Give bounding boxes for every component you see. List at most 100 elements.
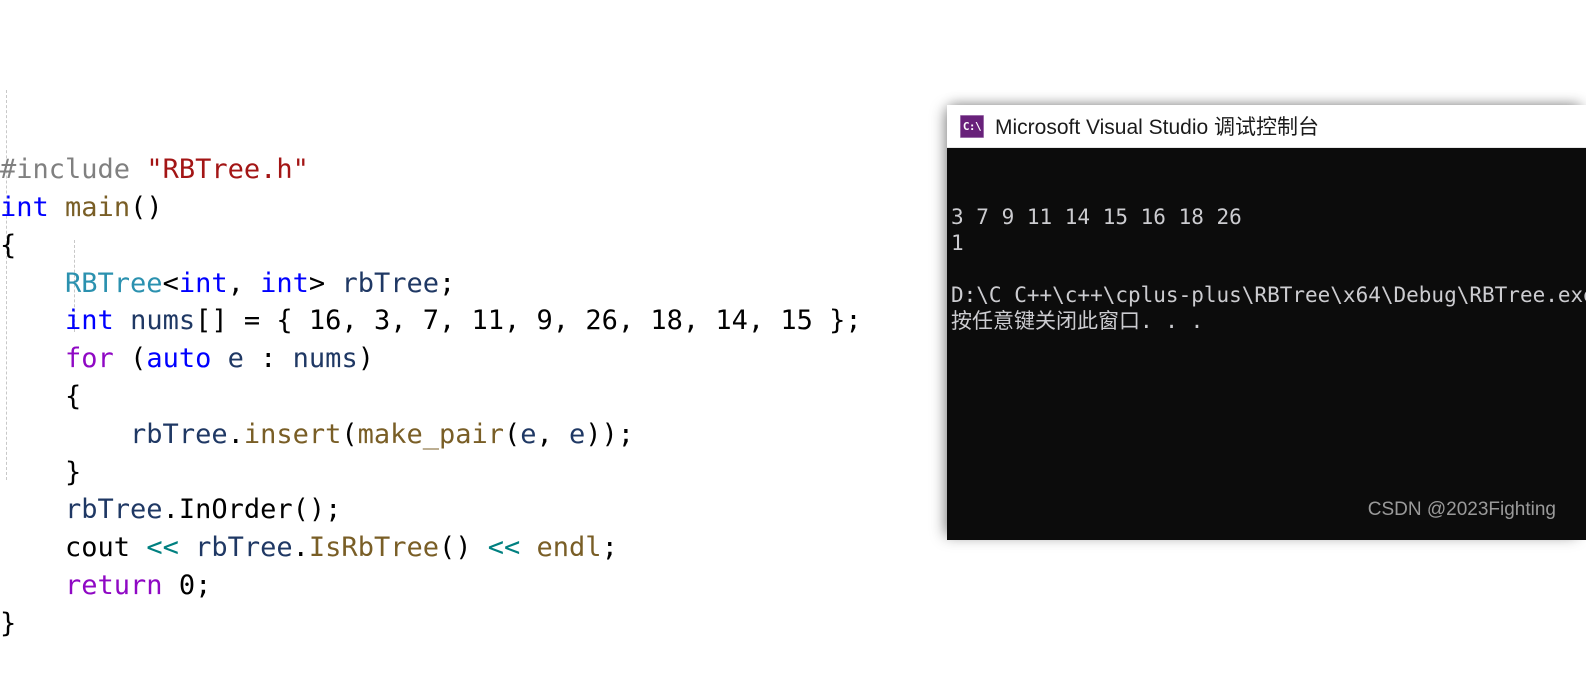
code-token: int bbox=[65, 305, 114, 337]
code-token: nums bbox=[292, 343, 358, 375]
code-token: > bbox=[308, 267, 342, 299]
console-titlebar[interactable]: C:\ Microsoft Visual Studio 调试控制台 bbox=[947, 105, 1586, 148]
code-token: , bbox=[552, 305, 586, 337]
code-token: { bbox=[65, 380, 82, 412]
csdn-watermark: CSDN @2023Fighting bbox=[1367, 499, 1556, 520]
code-token: rbTree bbox=[195, 532, 293, 564]
code-token: )); bbox=[585, 418, 635, 450]
code-token: { bbox=[0, 229, 17, 261]
code-token: 16 bbox=[308, 305, 342, 337]
code-token: IsRbTree bbox=[308, 532, 439, 564]
code-token: , bbox=[504, 305, 537, 337]
code-token: , bbox=[341, 305, 374, 337]
code-token: () bbox=[130, 191, 163, 223]
code-token: . bbox=[162, 494, 179, 526]
code-token: }; bbox=[812, 305, 862, 337]
code-token: rbTree bbox=[341, 267, 439, 299]
code-token: e bbox=[520, 418, 537, 450]
code-token: return bbox=[65, 569, 163, 601]
code-token: 3 bbox=[373, 305, 391, 337]
code-token: , bbox=[747, 305, 781, 337]
console-output-line: D:\C C++\c++\cplus-plus\RBTree\x64\Debug… bbox=[951, 283, 1586, 307]
code-token: for bbox=[65, 343, 114, 375]
code-token: InOrder bbox=[178, 494, 293, 526]
code-token: 15 bbox=[780, 305, 813, 337]
code-token: , bbox=[390, 305, 423, 337]
code-token: , bbox=[617, 305, 651, 337]
code-token: rbTree bbox=[65, 494, 163, 526]
code-token: < bbox=[162, 267, 179, 299]
code-token: ( bbox=[113, 343, 147, 375]
console-output-line: 3 7 9 11 14 15 16 18 26 bbox=[951, 205, 1242, 229]
code-token: ) bbox=[357, 343, 374, 375]
code-token: e bbox=[569, 418, 586, 450]
code-token: , bbox=[227, 267, 261, 299]
console-output: 3 7 9 11 14 15 16 18 26 1 D:\C C++\c++\cp… bbox=[947, 148, 1586, 540]
code-token: int bbox=[178, 267, 228, 299]
code-token: 18 bbox=[650, 305, 683, 337]
code-token: ; bbox=[195, 569, 212, 601]
code-token: 14 bbox=[715, 305, 748, 337]
console-app-icon: C:\ bbox=[960, 114, 984, 138]
console-output-line: 按任意键关闭此窗口. . . bbox=[951, 309, 1204, 333]
code-token: << bbox=[487, 532, 521, 564]
console-window-title: Microsoft Visual Studio 调试控制台 bbox=[995, 116, 1320, 139]
console-window[interactable]: C:\ Microsoft Visual Studio 调试控制台 3 7 9 … bbox=[947, 105, 1586, 540]
code-token: cout bbox=[65, 532, 131, 564]
code-token: int bbox=[260, 267, 309, 299]
code-token: ; bbox=[438, 267, 456, 299]
console-app-icon-label: C:\ bbox=[962, 119, 982, 133]
code-token: << bbox=[146, 532, 179, 564]
code-token: . bbox=[227, 418, 244, 450]
code-token: insert bbox=[243, 418, 342, 450]
code-token: RBTree bbox=[65, 267, 163, 299]
code-token: ( bbox=[503, 418, 521, 450]
code-token: 0 bbox=[178, 569, 196, 601]
code-token: , bbox=[682, 305, 716, 337]
code-token: main bbox=[65, 191, 131, 223]
code-token: int bbox=[0, 191, 49, 223]
code-token: make_pair bbox=[357, 418, 504, 450]
code-token: endl bbox=[536, 532, 602, 564]
code-token: () bbox=[438, 532, 488, 564]
code-token: : bbox=[243, 343, 293, 375]
code-token: , bbox=[536, 418, 570, 450]
code-token: ( bbox=[341, 418, 358, 450]
code-token: 7 bbox=[422, 305, 439, 337]
code-token: "RBTree.h" bbox=[146, 154, 309, 186]
code-token: ; bbox=[601, 532, 618, 564]
code-token: . bbox=[292, 532, 309, 564]
code-token: auto bbox=[146, 343, 212, 375]
code-token: 9 bbox=[536, 305, 553, 337]
code-token: 11 bbox=[471, 305, 505, 337]
console-output-line: 1 bbox=[951, 231, 964, 255]
code-token: } bbox=[65, 456, 82, 488]
line-close-brace: } bbox=[0, 605, 1586, 643]
code-token: [] = { bbox=[195, 305, 309, 337]
code-token: #include bbox=[0, 154, 131, 186]
line-return: return 0; bbox=[0, 567, 1586, 605]
code-token: } bbox=[0, 607, 17, 639]
code-token: rbTree bbox=[130, 418, 228, 450]
code-token: e bbox=[227, 343, 244, 375]
code-token: (); bbox=[292, 494, 342, 526]
code-token: nums bbox=[130, 305, 196, 337]
console-output-lines: 3 7 9 11 14 15 16 18 26 1 D:\C C++\c++\cp… bbox=[951, 204, 1586, 334]
